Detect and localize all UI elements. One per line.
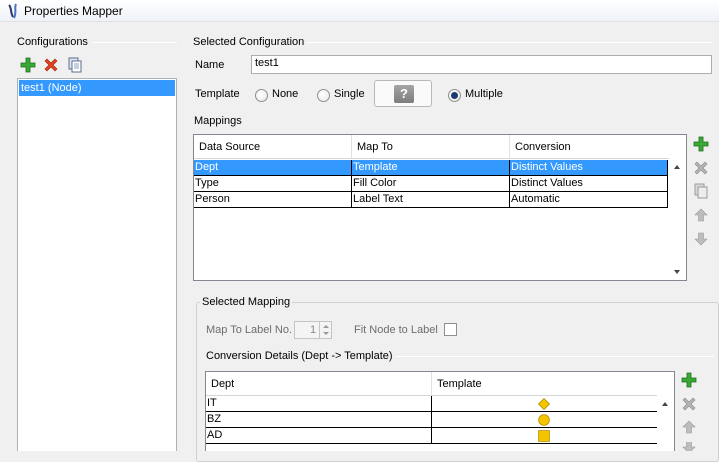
cell-conversion[interactable]: Distinct Values	[510, 176, 668, 192]
cell-map-to[interactable]: Label Text	[352, 192, 510, 208]
configurations-heading: Configurations	[17, 36, 88, 48]
divider	[306, 42, 712, 43]
add-plus-icon	[20, 57, 36, 73]
configurations-list[interactable]: test1 (Node)	[17, 78, 177, 451]
divider	[396, 356, 714, 357]
spinner-value: 1	[310, 324, 317, 336]
cell-data-source[interactable]: Dept	[194, 160, 352, 176]
square-shape-icon	[538, 430, 550, 442]
move-mapping-down-button[interactable]	[693, 231, 709, 247]
add-configuration-button[interactable]	[19, 56, 37, 74]
delete-mapping-button[interactable]	[693, 160, 709, 176]
copy-mapping-button[interactable]	[693, 183, 709, 199]
tree-mapper-icon	[8, 3, 17, 19]
name-input[interactable]: test1	[251, 55, 712, 74]
column-header-template[interactable]: Template	[432, 372, 658, 396]
add-plus-icon	[693, 136, 709, 152]
add-mapping-button[interactable]	[693, 136, 709, 152]
conversion-details-table[interactable]: Dept Template IT BZ AD	[205, 371, 675, 451]
mappings-heading: Mappings	[194, 115, 242, 127]
move-conversion-down-button[interactable]	[681, 442, 697, 451]
arrow-up-icon	[682, 420, 696, 434]
move-mapping-up-button[interactable]	[693, 207, 709, 223]
template-none-radio[interactable]	[255, 89, 268, 102]
spinner-arrows[interactable]	[319, 322, 331, 338]
cell-template[interactable]	[432, 396, 658, 412]
template-picker-button[interactable]: ?	[374, 80, 432, 107]
map-to-label-no-label: Map To Label No.	[206, 324, 293, 336]
cell-conversion[interactable]: Distinct Values	[510, 160, 668, 176]
mappings-scrollbar[interactable]	[669, 135, 686, 280]
table-row[interactable]: Dept Template Distinct Values	[194, 160, 670, 176]
copy-icon	[68, 57, 82, 73]
cell-dept[interactable]: AD	[206, 428, 432, 444]
cell-map-to[interactable]: Fill Color	[352, 176, 510, 192]
cell-template[interactable]	[432, 428, 658, 444]
table-row[interactable]: AD	[206, 428, 658, 444]
window-title: Properties Mapper	[24, 4, 123, 18]
delete-x-icon	[44, 58, 58, 72]
circle-shape-icon	[538, 414, 550, 426]
copy-icon	[694, 183, 708, 199]
diamond-shape-icon	[538, 398, 550, 410]
column-header-dept[interactable]: Dept	[206, 372, 432, 396]
arrow-down-icon	[682, 442, 696, 451]
cell-dept[interactable]: BZ	[206, 412, 432, 428]
add-plus-icon	[681, 372, 697, 388]
arrow-down-icon	[694, 232, 708, 246]
column-header-map-to[interactable]: Map To	[352, 135, 510, 159]
delete-configuration-button[interactable]	[42, 56, 60, 74]
table-row[interactable]: Person Label Text Automatic	[194, 192, 670, 208]
spinner-down-icon[interactable]	[323, 332, 329, 335]
cell-map-to[interactable]: Template	[352, 160, 510, 176]
template-none-label: None	[272, 88, 299, 100]
table-row[interactable]: Type Fill Color Distinct Values	[194, 176, 670, 192]
list-item[interactable]: test1 (Node)	[19, 80, 175, 96]
template-multiple-label: Multiple	[465, 88, 503, 100]
divider	[92, 42, 177, 43]
mappings-table[interactable]: Data Source Map To Conversion Dept Templ…	[193, 134, 687, 281]
column-header-conversion[interactable]: Conversion	[510, 135, 670, 159]
delete-x-icon	[694, 161, 708, 175]
conversion-scrollbar[interactable]	[657, 372, 674, 451]
table-row[interactable]: IT	[206, 396, 658, 412]
cell-template[interactable]	[432, 412, 658, 428]
template-label: Template	[195, 88, 240, 100]
scroll-up-icon[interactable]	[674, 165, 680, 169]
arrow-up-icon	[694, 208, 708, 222]
template-single-label: Single	[334, 88, 365, 100]
cell-conversion[interactable]: Automatic	[510, 192, 668, 208]
cell-data-source[interactable]: Person	[194, 192, 352, 208]
add-conversion-button[interactable]	[681, 372, 697, 388]
template-single-radio[interactable]	[317, 89, 330, 102]
table-row[interactable]: BZ	[206, 412, 658, 428]
fit-node-to-label-checkbox[interactable]	[444, 323, 457, 336]
question-mark-icon: ?	[394, 85, 414, 103]
delete-conversion-button[interactable]	[681, 396, 697, 412]
scroll-down-icon[interactable]	[674, 270, 680, 274]
template-multiple-radio[interactable]	[448, 89, 461, 102]
title-bar: Properties Mapper	[0, 0, 719, 22]
conversion-details-heading: Conversion Details (Dept -> Template)	[206, 350, 393, 362]
column-header-data-source[interactable]: Data Source	[194, 135, 352, 159]
fit-node-to-label-label: Fit Node to Label	[354, 324, 438, 336]
scroll-up-icon[interactable]	[662, 402, 668, 406]
delete-x-icon	[682, 397, 696, 411]
selected-mapping-heading: Selected Mapping	[200, 296, 293, 308]
map-to-label-no-spinner[interactable]: 1	[294, 321, 332, 339]
cell-data-source[interactable]: Type	[194, 176, 352, 192]
spinner-up-icon[interactable]	[323, 325, 329, 328]
move-conversion-up-button[interactable]	[681, 419, 697, 435]
cell-dept[interactable]: IT	[206, 396, 432, 412]
name-label: Name	[195, 59, 225, 71]
selected-configuration-heading: Selected Configuration	[193, 36, 305, 48]
copy-configuration-button[interactable]	[66, 56, 84, 74]
